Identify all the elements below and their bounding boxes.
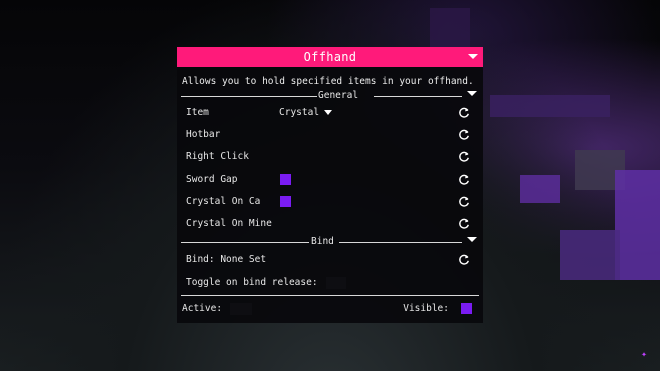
bind-row[interactable]: Bind: None Set	[186, 251, 483, 269]
active-checkbox[interactable]	[230, 303, 252, 315]
background-block	[490, 95, 610, 117]
divider	[181, 295, 479, 296]
module-footer: Active: Visible:	[182, 303, 475, 317]
toggle-on-bind-release-checkbox[interactable]	[326, 277, 346, 289]
setting-right-click-label: Right Click	[186, 151, 249, 162]
divider	[374, 96, 462, 97]
divider	[181, 242, 309, 243]
section-bind-label: Bind	[311, 236, 334, 247]
bind-value: Bind: None Set	[186, 254, 267, 265]
setting-hotbar[interactable]: Hotbar	[186, 126, 483, 144]
chevron-down-icon[interactable]	[468, 54, 478, 59]
client-logo-icon: ✦	[641, 349, 648, 360]
active-label: Active:	[182, 303, 223, 314]
reset-icon[interactable]	[458, 151, 470, 163]
sword-gap-checkbox[interactable]	[280, 174, 291, 185]
reset-icon[interactable]	[458, 218, 470, 230]
toggle-on-bind-release-row[interactable]: Toggle on bind release:	[186, 274, 483, 292]
visible-label: Visible:	[403, 303, 449, 314]
item-dropdown-value: Crystal	[279, 107, 320, 118]
setting-right-click[interactable]: Right Click	[186, 148, 483, 166]
section-general-header[interactable]: General	[177, 90, 483, 102]
chevron-down-icon[interactable]	[467, 237, 477, 242]
divider	[181, 96, 317, 97]
divider	[339, 242, 462, 243]
chevron-down-icon	[324, 110, 333, 115]
setting-crystal-on-ca[interactable]: Crystal On Ca	[186, 193, 483, 211]
background-block	[520, 175, 560, 203]
crystal-on-ca-checkbox[interactable]	[280, 196, 291, 207]
section-bind-header[interactable]: Bind	[177, 236, 483, 248]
setting-crystal-on-ca-label: Crystal On Ca	[186, 196, 261, 207]
visible-checkbox[interactable]	[461, 303, 472, 314]
reset-icon[interactable]	[458, 174, 470, 186]
background-block	[560, 230, 620, 280]
setting-item[interactable]: Item Crystal	[186, 104, 483, 122]
reset-icon[interactable]	[458, 254, 470, 266]
setting-crystal-on-mine[interactable]: Crystal On Mine	[186, 215, 483, 233]
toggle-on-bind-release-label: Toggle on bind release:	[186, 277, 318, 288]
reset-icon[interactable]	[458, 129, 470, 141]
setting-item-label: Item	[186, 107, 209, 118]
background-block	[615, 170, 660, 280]
reset-icon[interactable]	[458, 196, 470, 208]
setting-sword-gap-label: Sword Gap	[186, 174, 238, 185]
section-general-label: General	[318, 90, 359, 101]
module-header[interactable]: Offhand	[177, 47, 483, 67]
module-settings-panel: Offhand Allows you to hold specified ite…	[177, 47, 483, 323]
reset-icon[interactable]	[458, 107, 470, 119]
setting-sword-gap[interactable]: Sword Gap	[186, 171, 483, 189]
module-title: Offhand	[303, 50, 357, 64]
setting-hotbar-label: Hotbar	[186, 129, 221, 140]
module-description: Allows you to hold specified items in yo…	[182, 76, 474, 87]
setting-crystal-on-mine-label: Crystal On Mine	[186, 218, 272, 229]
chevron-down-icon[interactable]	[467, 91, 477, 96]
background-block	[430, 8, 470, 48]
item-dropdown[interactable]: Crystal	[279, 107, 333, 118]
